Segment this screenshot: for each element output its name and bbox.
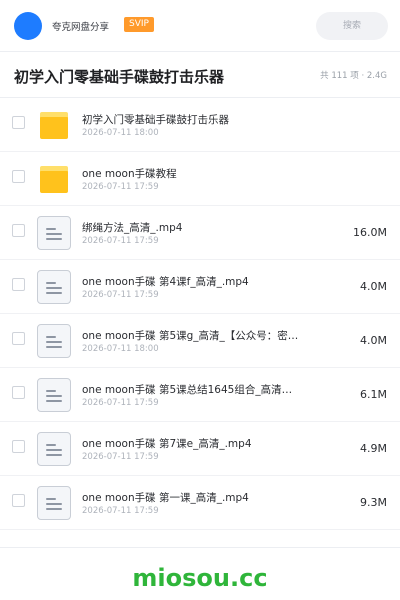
folder-row[interactable]: one moon手碟教程 2026-07-11 17:59 bbox=[0, 152, 400, 206]
watermark: miosou.cc bbox=[132, 564, 268, 592]
file-size: 9.3M bbox=[360, 496, 387, 509]
file-name[interactable]: one moon手碟 第一课_高清_.mp4 bbox=[82, 490, 332, 505]
file-row[interactable]: one moon手碟 第5课总结1645组合_高清… 2026-07-11 17:… bbox=[0, 368, 400, 422]
file-date: 2026-07-11 18:00 bbox=[82, 344, 159, 354]
row-checkbox[interactable] bbox=[12, 278, 25, 291]
file-row[interactable]: one moon手碟 第5课g_高清_【公众号：密… 2026-07-11 18:… bbox=[0, 314, 400, 368]
video-file-icon bbox=[37, 324, 71, 358]
file-row[interactable]: one moon手碟 第一课_高清_.mp4 2026-07-11 17:59 9.… bbox=[0, 476, 400, 530]
file-size: 4.9M bbox=[360, 442, 387, 455]
row-checkbox[interactable] bbox=[12, 440, 25, 453]
top-bar: 夸克网盘分享 SVIP 搜索 bbox=[0, 0, 400, 52]
item-count: 共 111 项 · 2.4G bbox=[320, 71, 387, 81]
row-checkbox[interactable] bbox=[12, 224, 25, 237]
row-checkbox[interactable] bbox=[12, 332, 25, 345]
file-date: 2026-07-11 18:00 bbox=[82, 128, 159, 138]
file-row[interactable]: one moon手碟 第7课e_高清_.mp4 2026-07-11 17:59 4… bbox=[0, 422, 400, 476]
file-date: 2026-07-11 17:59 bbox=[82, 182, 159, 192]
file-row[interactable]: one moon手碟 第4课f_高清_.mp4 2026-07-11 17:59 4… bbox=[0, 260, 400, 314]
file-date: 2026-07-11 17:59 bbox=[82, 506, 159, 516]
folder-header: 初学入门零基础手碟鼓打击乐器 共 111 项 · 2.4G bbox=[0, 52, 400, 98]
bottom-bar: miosou.cc bbox=[0, 547, 400, 600]
folder-icon bbox=[37, 108, 71, 142]
file-date: 2026-07-11 17:59 bbox=[82, 290, 159, 300]
file-list: 初学入门零基础手碟鼓打击乐器 2026-07-11 18:00 one moon手碟… bbox=[0, 98, 400, 530]
row-checkbox[interactable] bbox=[12, 494, 25, 507]
file-name[interactable]: one moon手碟 第5课g_高清_【公众号：密… bbox=[82, 328, 332, 343]
row-checkbox[interactable] bbox=[12, 386, 25, 399]
video-file-icon bbox=[37, 270, 71, 304]
search-button[interactable]: 搜索 bbox=[316, 12, 388, 40]
file-name[interactable]: one moon手碟 第7课e_高清_.mp4 bbox=[82, 436, 332, 451]
folder-row[interactable]: 初学入门零基础手碟鼓打击乐器 2026-07-11 18:00 bbox=[0, 98, 400, 152]
row-checkbox[interactable] bbox=[12, 116, 25, 129]
file-date: 2026-07-11 17:59 bbox=[82, 398, 159, 408]
file-date: 2026-07-11 17:59 bbox=[82, 236, 159, 246]
avatar[interactable] bbox=[14, 12, 42, 40]
video-file-icon bbox=[37, 432, 71, 466]
video-file-icon bbox=[37, 378, 71, 412]
file-name[interactable]: one moon手碟 第4课f_高清_.mp4 bbox=[82, 274, 332, 289]
file-row[interactable]: 绑绳方法_高清_.mp4 2026-07-11 17:59 16.0M bbox=[0, 206, 400, 260]
file-name[interactable]: 绑绳方法_高清_.mp4 bbox=[82, 220, 332, 235]
file-size: 16.0M bbox=[353, 226, 387, 239]
file-size: 4.0M bbox=[360, 334, 387, 347]
folder-icon bbox=[37, 162, 71, 196]
file-date: 2026-07-11 17:59 bbox=[82, 452, 159, 462]
file-name[interactable]: 初学入门零基础手碟鼓打击乐器 bbox=[82, 112, 332, 127]
row-checkbox[interactable] bbox=[12, 170, 25, 183]
file-name[interactable]: one moon手碟教程 bbox=[82, 166, 332, 181]
video-file-icon bbox=[37, 216, 71, 250]
file-size: 4.0M bbox=[360, 280, 387, 293]
page-title: 初学入门零基础手碟鼓打击乐器 bbox=[14, 68, 225, 86]
video-file-icon bbox=[37, 486, 71, 520]
site-name: 夸克网盘分享 bbox=[52, 22, 110, 33]
file-size: 6.1M bbox=[360, 388, 387, 401]
svip-badge: SVIP bbox=[124, 17, 154, 32]
file-name[interactable]: one moon手碟 第5课总结1645组合_高清… bbox=[82, 382, 332, 397]
